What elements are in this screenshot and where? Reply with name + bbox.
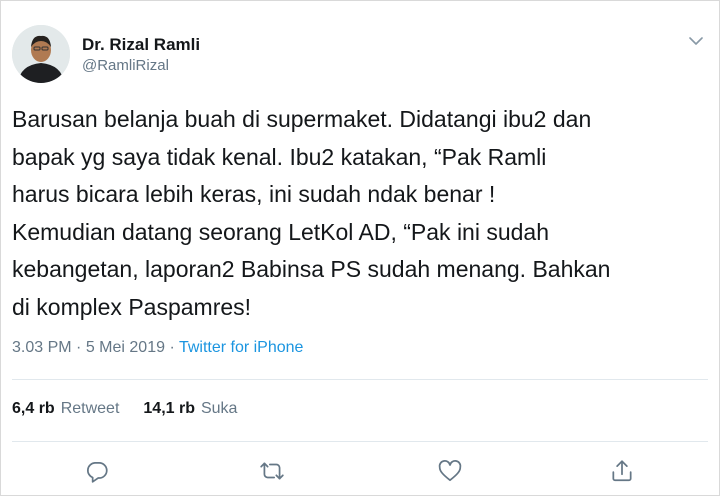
tweet-text: Barusan belanja buah di supermaket. Dida… [12,106,611,320]
divider [12,379,708,380]
share-icon[interactable] [608,457,636,485]
like-label: Suka [200,400,238,417]
reply-icon[interactable] [83,457,111,485]
action-bar [1,453,719,489]
user-handle[interactable]: @RamliRizal [82,57,169,74]
retweet-icon[interactable] [258,457,286,485]
heart-icon[interactable] [436,457,464,485]
retweet-label: Retweet [60,400,120,417]
meta-separator: · [169,339,175,356]
retweet-count: 6,4 rb [12,400,55,417]
tweet-date[interactable]: 5 Mei 2019 [86,339,165,356]
tweet-time[interactable]: 3.03 PM [12,339,72,356]
avatar-photo [12,25,70,83]
avatar[interactable] [12,25,70,83]
tweet-source-link[interactable]: Twitter for iPhone [179,339,304,356]
like-count: 14,1 rb [143,400,195,417]
tweet-meta: 3.03 PM · 5 Mei 2019 · Twitter for iPhon… [12,339,303,357]
chevron-down-icon[interactable] [686,31,706,51]
meta-separator: · [76,339,82,356]
divider [12,441,708,442]
like-count-link[interactable]: 14,1 rb Suka [143,400,237,418]
retweet-count-link[interactable]: 6,4 rb Retweet [12,400,119,418]
tweet-card: Dr. Rizal Ramli @RamliRizal Barusan bela… [0,0,720,496]
tweet-stats: 6,4 rb Retweet 14,1 rb Suka [12,400,237,418]
display-name[interactable]: Dr. Rizal Ramli [82,35,200,55]
